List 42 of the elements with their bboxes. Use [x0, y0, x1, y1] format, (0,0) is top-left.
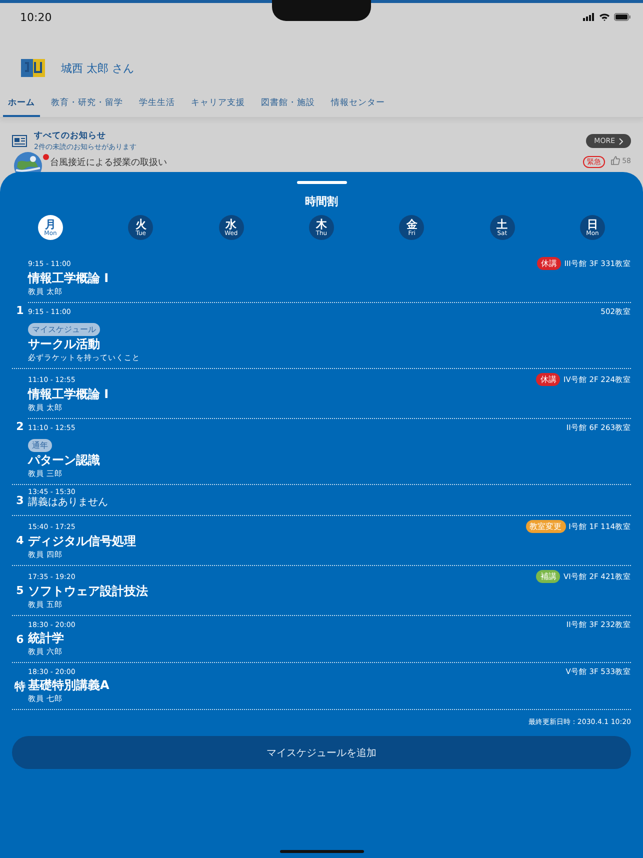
logo-icon	[21, 59, 45, 77]
period-number: 3	[15, 492, 25, 508]
no-class-text: 講義はありません	[28, 496, 109, 510]
status-tag: 教室変更	[526, 520, 566, 533]
sheet-title: 時間割	[304, 194, 339, 209]
category-tag: マイスケジュール	[28, 323, 100, 336]
nav-tab[interactable]: ホーム	[3, 91, 40, 117]
period-number: 5	[15, 583, 25, 599]
period-number: 4	[15, 533, 25, 549]
period-number: 2	[15, 419, 25, 435]
drag-handle[interactable]	[296, 181, 346, 184]
newspaper-icon	[12, 135, 27, 147]
class-title: 統計学	[28, 630, 65, 646]
nav-tab[interactable]: 情報センター	[326, 91, 390, 117]
class-title: サークル活動	[28, 336, 101, 352]
signal-icon	[583, 13, 595, 21]
category-tag: 通年	[28, 439, 52, 452]
period-number: 特	[13, 678, 26, 694]
period-number: 1	[15, 303, 25, 319]
wifi-icon	[599, 13, 610, 21]
battery-icon	[614, 13, 631, 21]
period-number: 6	[15, 632, 25, 648]
notices-title: すべてのお知らせ	[34, 130, 107, 142]
class-title: 情報工学概論 I	[28, 270, 110, 286]
status-tag: 休講	[536, 373, 560, 386]
class-title: 情報工学概論 I	[28, 386, 110, 402]
class-title: 基礎特別講義A	[28, 677, 110, 693]
status-tag: 補講	[536, 570, 560, 583]
thumbs-up-icon[interactable]	[611, 156, 620, 165]
class-title: パターン認識	[28, 452, 101, 468]
nav-tab[interactable]: キャリア支援	[186, 91, 250, 117]
chevron-icon	[619, 138, 623, 144]
user-name: 城西 太郎 さん	[61, 60, 134, 76]
nav-tab[interactable]: 図書館・施設	[256, 91, 320, 117]
nav-tab[interactable]: 教育・研究・留学	[46, 91, 128, 117]
status-time: 10:20	[20, 10, 52, 24]
notice-title[interactable]: 台風接近による授業の取扱い	[50, 156, 584, 169]
class-title: ソフトウェア設計技法	[28, 583, 149, 599]
nav-tab[interactable]: 学生生活	[134, 91, 180, 117]
class-title: ディジタル信号処理	[28, 533, 137, 549]
status-tag: 休講	[537, 257, 562, 270]
add-schedule-button[interactable]: マイスケジュールを追加	[12, 736, 631, 769]
